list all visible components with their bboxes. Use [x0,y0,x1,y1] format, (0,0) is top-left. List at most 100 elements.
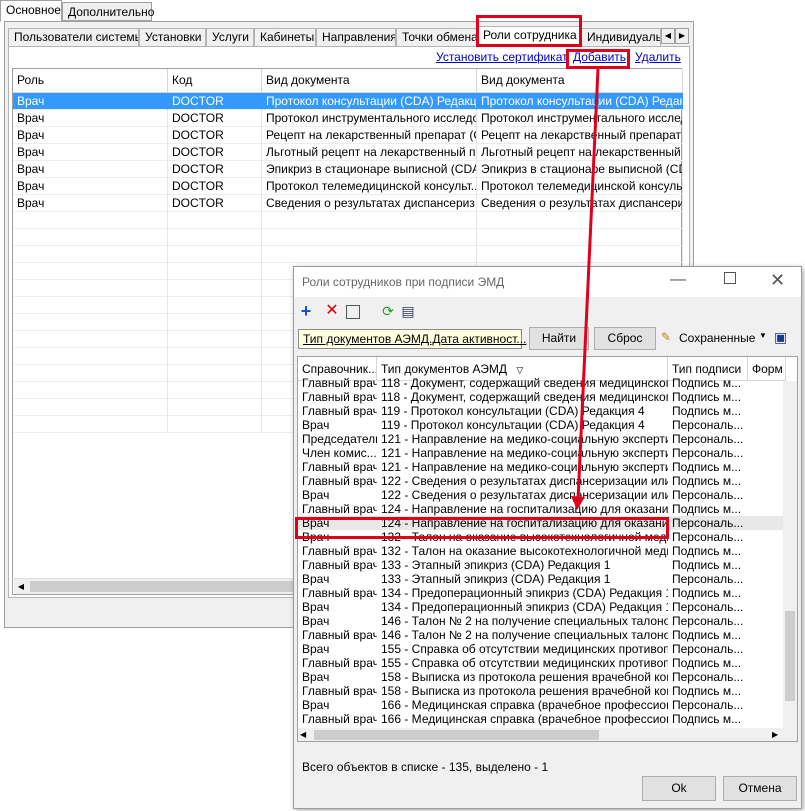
table-row[interactable] [13,212,683,229]
sign-type-cell: Персональ... [672,516,744,530]
row-role-cell: Врач [13,127,168,144]
list-item[interactable]: Главный врач 134 - Предоперационный эпикр… [298,586,786,600]
list-item[interactable]: Главный врач 121 - Направление на медико-… [298,460,786,474]
list-item[interactable]: Главный врач 132 - Талон на оказание высо… [298,544,786,558]
delete-link[interactable]: Удалить [635,50,681,64]
aemd-type-cell: 155 - Справка об отсутствии медицинских … [381,656,668,670]
tab-directions[interactable]: Направления [316,28,396,46]
directory-cell: Главный врач [302,376,377,390]
directory-cell: Врач [302,418,330,432]
table-row[interactable] [13,229,683,246]
tab-individual[interactable]: Индивидуальн [581,28,661,46]
vertical-scrollbar[interactable] [783,381,797,730]
tabs-scroll-right-icon[interactable]: ▶ [675,28,689,44]
column-header-doc-type[interactable]: Вид документа [262,69,477,93]
tab-exchange-points[interactable]: Точки обмена [396,28,477,46]
list-item[interactable]: Врач 119 - Протокол консультации (CDA) Ре… [298,418,786,432]
sign-type-cell: Персональ... [672,572,744,586]
list-item[interactable]: Главный врач 158 - Выписка из протокола р… [298,684,786,698]
row-role-cell [13,348,168,365]
row-doc-type-2-cell: Протокол телемедицинской консульт... [477,178,683,195]
table-row[interactable] [13,246,683,263]
aemd-type-cell: 155 - Справка об отсутствии медицинских … [381,642,668,656]
add-icon[interactable]: + [298,302,314,320]
export-icon[interactable]: ▤ [400,303,416,319]
row-code-cell [168,399,262,416]
list-item[interactable]: Главный врач 122 - Сведения о результатах… [298,474,786,488]
sign-type-cell: Подпись м... [672,684,742,698]
table-row[interactable]: Врач DOCTOR Льготный рецепт на лекарственн… [13,144,683,161]
list-item[interactable]: Главный врач 118 - Документ, содержащий с… [298,376,786,390]
save-icon[interactable]: ▣ [774,329,787,346]
refresh-icon[interactable]: ⟳ [380,303,396,319]
table-row[interactable]: Врач DOCTOR Рецепт на лекарственный препар… [13,127,683,144]
list-item[interactable]: Врач 133 - Этапный эпикриз (CDA) Редакция… [298,572,786,586]
table-row[interactable]: Врач DOCTOR Эпикриз в стационаре выписной … [13,161,683,178]
list-item[interactable]: Главный врач 155 - Справка об отсутствии … [298,656,786,670]
reset-button[interactable]: Сброс [594,327,656,350]
directory-cell: Главный врач [302,460,377,474]
tab-system-users[interactable]: Пользователи системы [8,28,139,46]
minimize-icon[interactable]: — [670,271,686,289]
tab-additional[interactable]: Дополнительно [62,2,154,21]
list-item[interactable]: Главный врач 124 - Направление на госпита… [298,502,786,516]
list-item[interactable]: Главный врач 166 - Медицинская справка (в… [298,712,786,726]
vertical-scrollbar-thumb[interactable] [785,611,795,701]
cancel-button[interactable]: Отмена [723,776,797,801]
table-row[interactable]: Врач DOCTOR Протокол консультации (CDA) Ре… [13,93,683,110]
list-item[interactable]: Главный врач 118 - Документ, содержащий с… [298,390,786,404]
aemd-type-cell: 134 - Предоперационный эпикриз (CDA) Ред… [381,586,668,600]
list-item[interactable]: Председатель 121 - Направление на медико-… [298,432,786,446]
row-code-cell [168,331,262,348]
aemd-type-cell: 121 - Направление на медико-социальную э… [381,446,668,460]
column-header-doc-type-2[interactable]: Вид документа [477,69,683,93]
table-row[interactable]: Врач DOCTOR Протокол инструментального исс… [13,110,683,127]
list-item[interactable]: Врач 166 - Медицинская справка (врачебное… [298,698,786,712]
tab-services[interactable]: Услуги [206,28,254,46]
table-row[interactable]: Врач DOCTOR Сведения о результатах диспанс… [13,195,683,212]
ok-button[interactable]: Ok [642,776,716,801]
maximize-icon[interactable] [724,272,736,284]
install-certificate-link[interactable]: Установить сертификат [436,50,568,64]
column-header-code[interactable]: Код [168,69,262,93]
list-item[interactable]: Врач 122 - Сведения о результатах диспанс… [298,488,786,502]
list-item[interactable]: Главный врач 119 - Протокол консультации … [298,404,786,418]
tab-settings[interactable]: Установки [139,28,206,46]
column-header-role[interactable]: Роль [13,69,168,93]
chevron-down-icon[interactable]: ▼ [759,331,767,340]
scroll-left-icon[interactable]: ◀ [300,728,306,741]
row-role-cell: Врач [13,178,168,195]
directory-cell: Председатель [302,432,377,446]
tab-cabinets[interactable]: Кабинеты [254,28,316,46]
directory-cell: Врач [302,614,330,628]
row-role-cell: Врач [13,110,168,127]
list-item[interactable]: Врач 134 - Предоперационный эпикриз (CDA)… [298,600,786,614]
tabs-scroll-left-icon[interactable]: ◀ [661,28,675,44]
row-code-cell: DOCTOR [168,93,262,110]
scroll-left-icon[interactable]: ◀ [14,579,28,594]
properties-icon[interactable] [346,305,360,319]
sort-icon: ▽ [516,365,524,375]
list-item[interactable]: Врач 146 - Талон № 2 на получение специал… [298,614,786,628]
find-button[interactable]: Найти [529,327,589,350]
tab-main[interactable]: Основное [0,0,62,22]
list-item[interactable]: Врач 158 - Выписка из протокола решения в… [298,670,786,684]
saved-button[interactable]: Сохраненные [679,331,755,345]
scroll-right-icon[interactable]: ▶ [772,728,778,741]
sign-type-cell: Подпись м... [672,474,742,488]
table-row[interactable]: Врач DOCTOR Протокол телемедицинской консу… [13,178,683,195]
dialog-scrollbar-thumb[interactable] [314,730,599,740]
list-item[interactable]: Главный врач 133 - Этапный эпикриз (CDA) … [298,558,786,572]
filter-field[interactable]: Тип документов АЭМД.Дата активност... [298,329,526,349]
list-item[interactable]: Врач 155 - Справка об отсутствии медицинс… [298,642,786,656]
dialog-horizontal-scrollbar[interactable]: ◀ ▶ [298,728,797,741]
row-code-cell [168,297,262,314]
row-role-cell [13,399,168,416]
close-icon[interactable]: ✕ [770,270,785,291]
sign-type-cell: Персональ... [672,418,744,432]
list-item[interactable]: Член комис... 121 - Направление на медико… [298,446,786,460]
delete-icon[interactable]: ✕ [324,303,340,319]
row-role-cell [13,416,168,433]
list-item[interactable]: Главный врач 146 - Талон № 2 на получение… [298,628,786,642]
sign-type-cell: Персональ... [672,670,744,684]
